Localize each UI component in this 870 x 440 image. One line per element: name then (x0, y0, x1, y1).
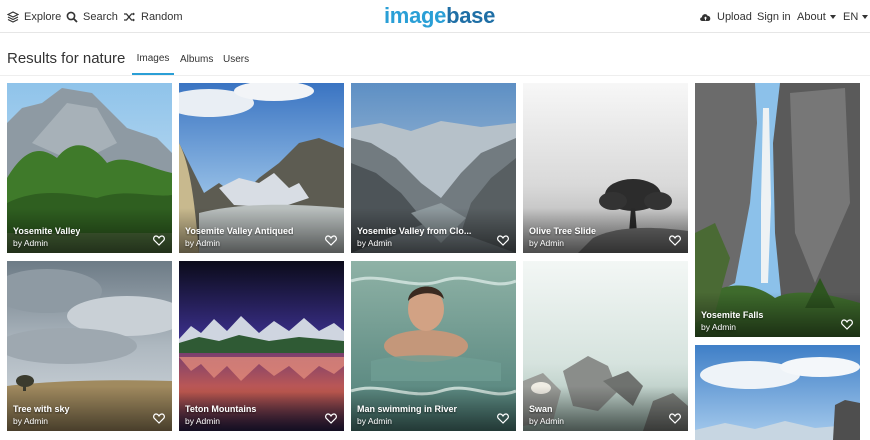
logo-part-image: image (384, 3, 447, 28)
explore-link[interactable]: Explore (7, 0, 61, 33)
image-author[interactable]: by Admin (13, 238, 48, 248)
language-dropdown[interactable]: EN (843, 0, 869, 33)
image-card[interactable]: Yosemite Falls by Admin (695, 83, 860, 337)
divider (0, 75, 870, 76)
heart-icon[interactable] (325, 235, 337, 246)
image-author[interactable]: by Admin (357, 238, 392, 248)
image-card[interactable]: Yosemite Valley from Clo... by Admin (351, 83, 516, 253)
heart-icon[interactable] (841, 319, 853, 330)
heart-icon[interactable] (325, 413, 337, 424)
photo-mountain-clouds (695, 345, 860, 440)
image-title: Tree with sky (13, 404, 70, 414)
heart-icon[interactable] (497, 235, 509, 246)
image-card[interactable]: Man swimming in River by Admin (351, 261, 516, 431)
search-label: Search (83, 10, 118, 23)
image-title: Yosemite Falls (701, 310, 764, 320)
heart-icon[interactable] (669, 413, 681, 424)
image-author[interactable]: by Admin (357, 416, 392, 426)
random-link[interactable]: Random (123, 0, 183, 33)
tab-albums[interactable]: Albums (180, 44, 213, 75)
tab-users[interactable]: Users (223, 44, 249, 75)
image-title: Yosemite Valley from Clo... (357, 226, 472, 236)
image-card[interactable] (695, 345, 860, 440)
tab-images[interactable]: Images (132, 44, 174, 75)
image-title: Olive Tree Slide (529, 226, 597, 236)
image-author[interactable]: by Admin (529, 238, 564, 248)
image-card[interactable]: Yosemite Valley Antiqued by Admin (179, 83, 344, 253)
search-icon (66, 11, 78, 23)
heart-icon[interactable] (153, 413, 165, 424)
about-label: About (797, 10, 826, 23)
results-title: Results for nature (7, 50, 126, 67)
about-dropdown[interactable]: About (797, 0, 836, 33)
chevron-down-icon (862, 14, 869, 19)
image-card[interactable]: Teton Mountains by Admin (179, 261, 344, 431)
explore-label: Explore (24, 10, 62, 23)
search-link[interactable]: Search (66, 0, 118, 33)
heart-icon[interactable] (669, 235, 681, 246)
image-author[interactable]: by Admin (185, 238, 220, 248)
signin-link[interactable]: Sign in (757, 0, 791, 33)
shuffle-icon (124, 12, 135, 21)
image-author[interactable]: by Admin (529, 416, 564, 426)
language-label: EN (843, 10, 859, 23)
image-card[interactable]: Yosemite Valley by Admin (7, 83, 172, 253)
image-title: Teton Mountains (185, 404, 257, 414)
upload-link[interactable]: Upload (699, 0, 752, 33)
signin-label: Sign in (757, 10, 791, 23)
chevron-down-icon (829, 14, 836, 19)
image-card[interactable]: Olive Tree Slide by Admin (523, 83, 688, 253)
image-card[interactable]: Tree with sky by Admin (7, 261, 172, 431)
image-author[interactable]: by Admin (701, 322, 736, 332)
heart-icon[interactable] (497, 413, 509, 424)
layers-icon (7, 10, 19, 23)
image-title: Swan (529, 404, 553, 414)
image-card[interactable]: Swan by Admin (523, 261, 688, 431)
image-title: Man swimming in River (357, 404, 458, 414)
top-navbar: Explore Search Random imagebase Upload S… (0, 0, 870, 33)
upload-label: Upload (717, 10, 752, 23)
image-title: Yosemite Valley (13, 226, 81, 236)
heart-icon[interactable] (153, 235, 165, 246)
cloud-upload-icon (700, 14, 711, 21)
imagebase-logo[interactable]: imagebase (384, 3, 495, 29)
image-author[interactable]: by Admin (13, 416, 48, 426)
random-label: Random (141, 10, 183, 23)
image-title: Yosemite Valley Antiqued (185, 226, 294, 236)
image-author[interactable]: by Admin (185, 416, 220, 426)
logo-part-base: base (446, 3, 496, 28)
